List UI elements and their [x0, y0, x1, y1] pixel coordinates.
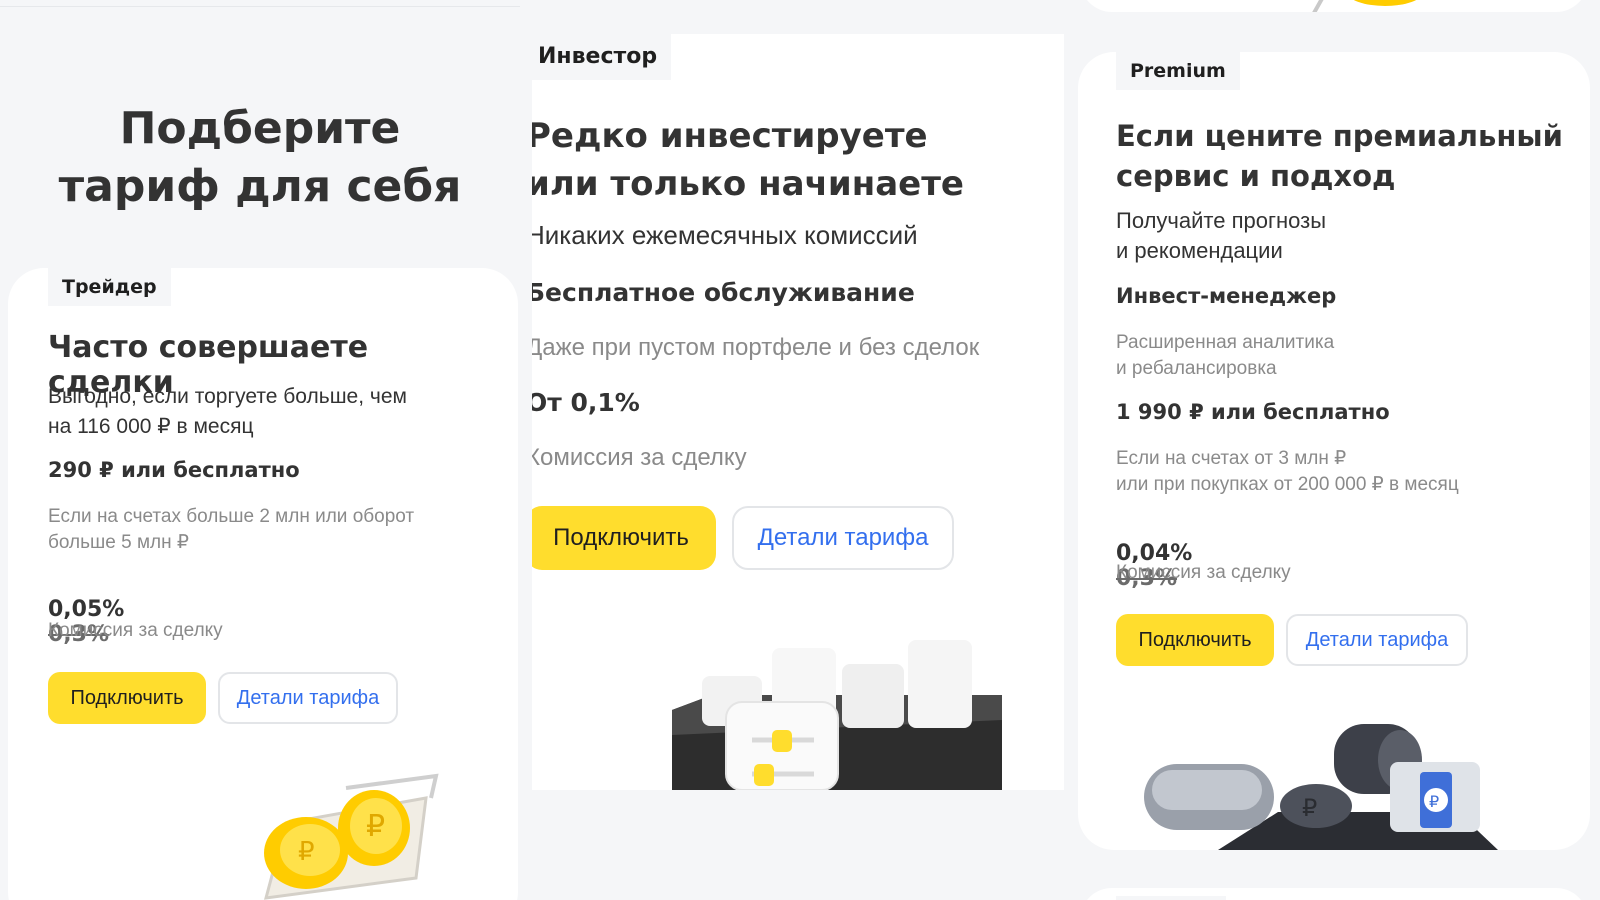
tariff-price: 1 990 ₽ или бесплатно	[1116, 400, 1390, 424]
tariff-feature: Бесплатное обслуживание	[532, 278, 915, 307]
tariff-tag: Premium	[1116, 52, 1240, 90]
tariff-tag: Инвестор	[532, 34, 672, 80]
connect-button[interactable]: Подключить	[48, 672, 206, 724]
coin-icon	[1312, 0, 1417, 12]
tariff-feature-note: Расширенная аналитика и ребалансировка	[1116, 332, 1335, 379]
page-title: Подберите тариф для себя	[58, 103, 462, 212]
connect-button[interactable]: Подключить	[532, 506, 716, 570]
tariff-card-investor: Инвестор Редко инвестируете или только н…	[532, 34, 1064, 790]
tariff-price: 290 ₽ или бесплатно	[48, 458, 300, 482]
commission-value: От 0,1%	[532, 388, 640, 417]
tariff-details-button[interactable]: Детали тарифа	[218, 672, 398, 724]
tariff-price-note: Если на счетах от 3 млн ₽ или при покупк…	[1116, 448, 1459, 495]
tariff-subtitle: Получайте прогнозы и рекомендации	[1116, 208, 1327, 263]
tariff-title: Если цените премиальный сервис и подход	[1116, 119, 1563, 193]
tariff-subtitle: Никаких ежемесячных комиссий	[532, 220, 918, 250]
tariff-feature: Инвест-менеджер	[1116, 284, 1337, 308]
tariff-title: Редко инвестируете или только начинаете	[532, 116, 964, 204]
commission-label: Комиссия за сделку	[1116, 562, 1291, 583]
tariff-details-button[interactable]: Детали тарифа	[732, 506, 954, 570]
svg-text:₽: ₽	[1302, 794, 1317, 822]
tariff-tag-stub	[1116, 896, 1226, 900]
commission-current: 0,05%	[48, 597, 125, 622]
svg-text:₽: ₽	[298, 837, 315, 867]
tariff-tag: Трейдер	[48, 268, 171, 306]
partial-card-top	[1080, 0, 1588, 12]
tariff-details-button[interactable]: Детали тарифа	[1286, 614, 1468, 666]
tariff-price-note: Если на счетах больше 2 млн или оборот б…	[48, 506, 415, 553]
top-divider	[0, 6, 520, 7]
tariff-card-trader: Трейдер Часто совершаете сделки Выгодно,…	[8, 268, 518, 900]
tariff-feature-note: Даже при пустом портфеле и без сделок	[532, 334, 980, 361]
commission-label: Комиссия за сделку	[48, 620, 223, 641]
svg-text:₽: ₽	[366, 809, 385, 844]
connect-button[interactable]: Подключить	[1116, 614, 1274, 666]
chart-blocks-icon	[672, 640, 1002, 790]
tariff-card-premium: Premium Если цените премиальный сервис и…	[1078, 52, 1590, 850]
tariff-subtitle: Выгодно, если торгуете больше, чем на 11…	[48, 385, 407, 438]
svg-text:₽: ₽	[1429, 792, 1439, 811]
partial-card-bottom	[1080, 888, 1588, 900]
coin-cart-icon: ₽ ₽	[263, 773, 439, 900]
commission-label: Комиссия за сделку	[532, 444, 747, 471]
metal-shapes-icon: ₽ ₽	[1144, 724, 1498, 850]
